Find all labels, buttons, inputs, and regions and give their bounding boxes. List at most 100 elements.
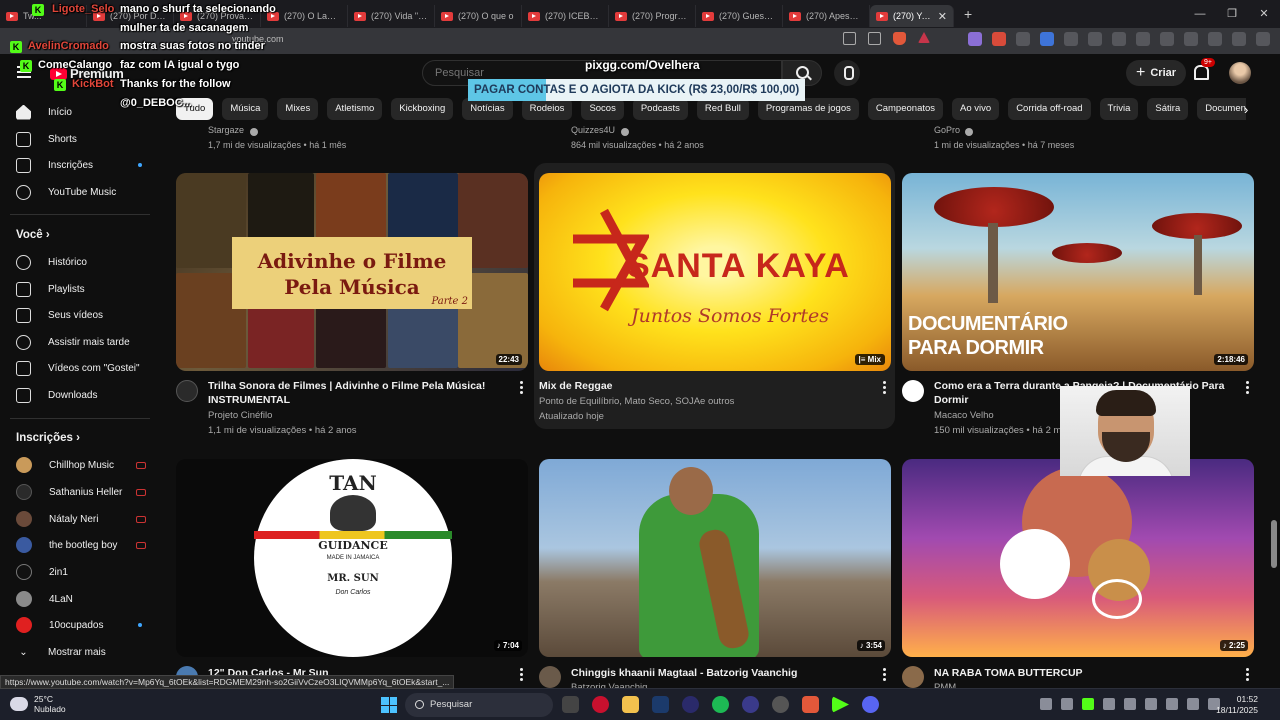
chip[interactable]: Notícias <box>462 98 513 120</box>
taskbar-clock[interactable]: 01:52 18/11/2025 <box>1216 694 1258 716</box>
channel-name[interactable]: Macaco Velho <box>934 410 994 421</box>
minimize-icon[interactable]: — <box>1184 0 1216 28</box>
brave-shields-icon[interactable] <box>893 32 906 45</box>
chip[interactable]: Kickboxing <box>391 98 454 120</box>
sidebar-item-historico[interactable]: Histórico <box>16 249 146 275</box>
more-options-icon[interactable] <box>883 381 886 396</box>
sidebar-item-playlists[interactable]: Playlists <box>16 276 146 302</box>
sidebar-item-assistir-mais-tarde[interactable]: Assistir mais tarde <box>16 329 146 355</box>
channel-avatar[interactable] <box>902 666 924 688</box>
more-options-icon[interactable] <box>883 668 886 683</box>
sidebar-show-more[interactable]: ⌄ Mostrar mais <box>16 639 146 665</box>
chip[interactable]: Podcasts <box>632 98 688 120</box>
sidebar-item-youtube-music[interactable]: YouTube Music <box>16 179 146 205</box>
tray-icon[interactable] <box>1145 698 1157 710</box>
windows-start-icon[interactable] <box>381 697 397 713</box>
wallet-icon[interactable] <box>1184 32 1198 46</box>
sidebar-subscription[interactable]: the bootleg boy <box>16 532 146 558</box>
chip[interactable]: Corrida off-road <box>1008 98 1091 120</box>
video-thumbnail[interactable]: DOCUMENTÁRIO PARA DORMIR 2:18:46 <box>902 173 1254 371</box>
network-icon[interactable] <box>1187 698 1199 710</box>
github-icon[interactable] <box>772 696 789 713</box>
video-thumbnail[interactable]: Adivinhe o Filme Pela Música Parte 2 22:… <box>176 173 528 371</box>
chip[interactable]: Campeonatos <box>867 98 944 120</box>
more-options-icon[interactable] <box>520 381 523 396</box>
avatar[interactable] <box>1229 62 1251 84</box>
channel-avatar[interactable] <box>539 666 561 688</box>
video-title[interactable]: Trilha Sonora de Filmes | Adivinhe o Fil… <box>208 379 508 407</box>
browser-tab[interactable]: (270) Apesar D <box>783 5 870 27</box>
sidebar-subscription[interactable]: Sathanius Heller <box>16 479 146 505</box>
browser-tab[interactable]: (270) Vida "EO <box>348 5 435 27</box>
tray-icon[interactable] <box>1124 698 1136 710</box>
extension-icon[interactable] <box>1040 32 1054 46</box>
chip[interactable]: Trivia <box>1099 98 1139 120</box>
chip[interactable]: Mixes <box>277 98 319 120</box>
browser-tab[interactable]: (270) O que o <box>435 5 522 27</box>
chip[interactable]: Socos <box>581 98 624 120</box>
chip[interactable]: Rodeios <box>521 98 573 120</box>
discord-icon[interactable] <box>862 696 879 713</box>
leo-icon[interactable] <box>1208 32 1222 46</box>
sidebar-subscription[interactable]: Chillhop Music <box>16 452 146 478</box>
video-title[interactable]: Mix de Reggae <box>539 379 859 393</box>
page-scrollbar[interactable] <box>1271 520 1277 568</box>
more-options-icon[interactable] <box>1246 381 1249 396</box>
channel-name[interactable]: Ponto de Equilíbrio, Mato Seco, SOJAe ou… <box>539 396 734 407</box>
more-options-icon[interactable] <box>520 668 523 683</box>
tray-icon[interactable] <box>1082 698 1094 710</box>
chip[interactable]: Ao vivo <box>952 98 1000 120</box>
taskbar-search[interactable]: Pesquisar <box>405 693 553 717</box>
sidebar-item-inscricoes[interactable]: Inscrições <box>16 152 146 178</box>
channel-avatar[interactable] <box>176 380 198 402</box>
chip[interactable]: Red Bull <box>696 98 749 120</box>
app-icon[interactable] <box>742 696 759 713</box>
tray-icon[interactable] <box>1040 698 1052 710</box>
more-options-icon[interactable] <box>1246 668 1249 683</box>
task-view-icon[interactable] <box>562 696 579 713</box>
restore-icon[interactable]: ❐ <box>1216 0 1248 28</box>
play-app-icon[interactable] <box>832 696 849 713</box>
close-window-icon[interactable]: ✕ <box>1248 0 1280 28</box>
sidebar-section-inscricoes[interactable]: Inscrições › <box>16 432 80 444</box>
new-tab-icon[interactable]: + <box>964 6 972 22</box>
voice-search-icon[interactable] <box>834 60 860 86</box>
extension-icon[interactable] <box>1016 32 1030 46</box>
browser-tab[interactable]: (270) Program <box>609 5 696 27</box>
sidebar-subscription[interactable]: 4LaN <box>16 586 146 612</box>
share-icon[interactable] <box>868 32 881 45</box>
sidebar-section-voce[interactable]: Você › <box>16 229 50 241</box>
chip[interactable]: Atletismo <box>327 98 383 120</box>
video-thumbnail[interactable]: ♪ 2:25 <box>902 459 1254 657</box>
video-title[interactable]: Chinggis khaanii Magtaal - Batzorig Vaan… <box>571 666 871 680</box>
chevron-right-icon[interactable]: › <box>1244 102 1248 117</box>
video-thumbnail[interactable]: TAN GUIDANCE MADE IN JAMAICA MR. SUN Don… <box>176 459 528 657</box>
media-icon[interactable] <box>1136 32 1150 46</box>
puzzle-icon[interactable] <box>1088 32 1102 46</box>
extension-icon[interactable] <box>992 32 1006 46</box>
tray-icon[interactable] <box>1103 698 1115 710</box>
video-thumbnail[interactable]: SANTA KAYA Juntos Somos Fortes |≡ Mix <box>539 173 891 371</box>
brave-icon[interactable] <box>802 696 819 713</box>
brave-rewards-icon[interactable] <box>918 32 930 43</box>
sidebar-item-shorts[interactable]: Shorts <box>16 126 146 152</box>
video-title[interactable]: NA RABA TOMA BUTTERCUP <box>934 666 1234 680</box>
channel-name[interactable]: Projeto Cinéfilo <box>208 410 272 421</box>
file-explorer-icon[interactable] <box>622 696 639 713</box>
browser-tab[interactable]: (270) ICEBERG <box>522 5 609 27</box>
screenshot-icon[interactable] <box>1112 32 1126 46</box>
browser-tab-active[interactable]: (270) YouTu✕ <box>870 5 954 27</box>
microphone-icon[interactable] <box>1166 698 1178 710</box>
chip[interactable]: Documentário <box>1197 98 1246 120</box>
chip[interactable]: Programas de jogos <box>757 98 859 120</box>
sidebar-subscription[interactable]: 2in1 <box>16 559 146 585</box>
close-tab-icon[interactable]: ✕ <box>938 10 947 23</box>
chip[interactable]: Música <box>222 98 269 120</box>
weather-widget[interactable]: 25°C Nublado <box>10 694 66 714</box>
notifications-bell-icon[interactable]: 9+ <box>1192 58 1215 80</box>
tray-icon[interactable] <box>1061 698 1073 710</box>
extension-icon[interactable] <box>1064 32 1078 46</box>
cast-icon[interactable] <box>843 32 856 45</box>
channel-avatar[interactable] <box>902 380 924 402</box>
vpn-icon[interactable] <box>1232 32 1246 46</box>
